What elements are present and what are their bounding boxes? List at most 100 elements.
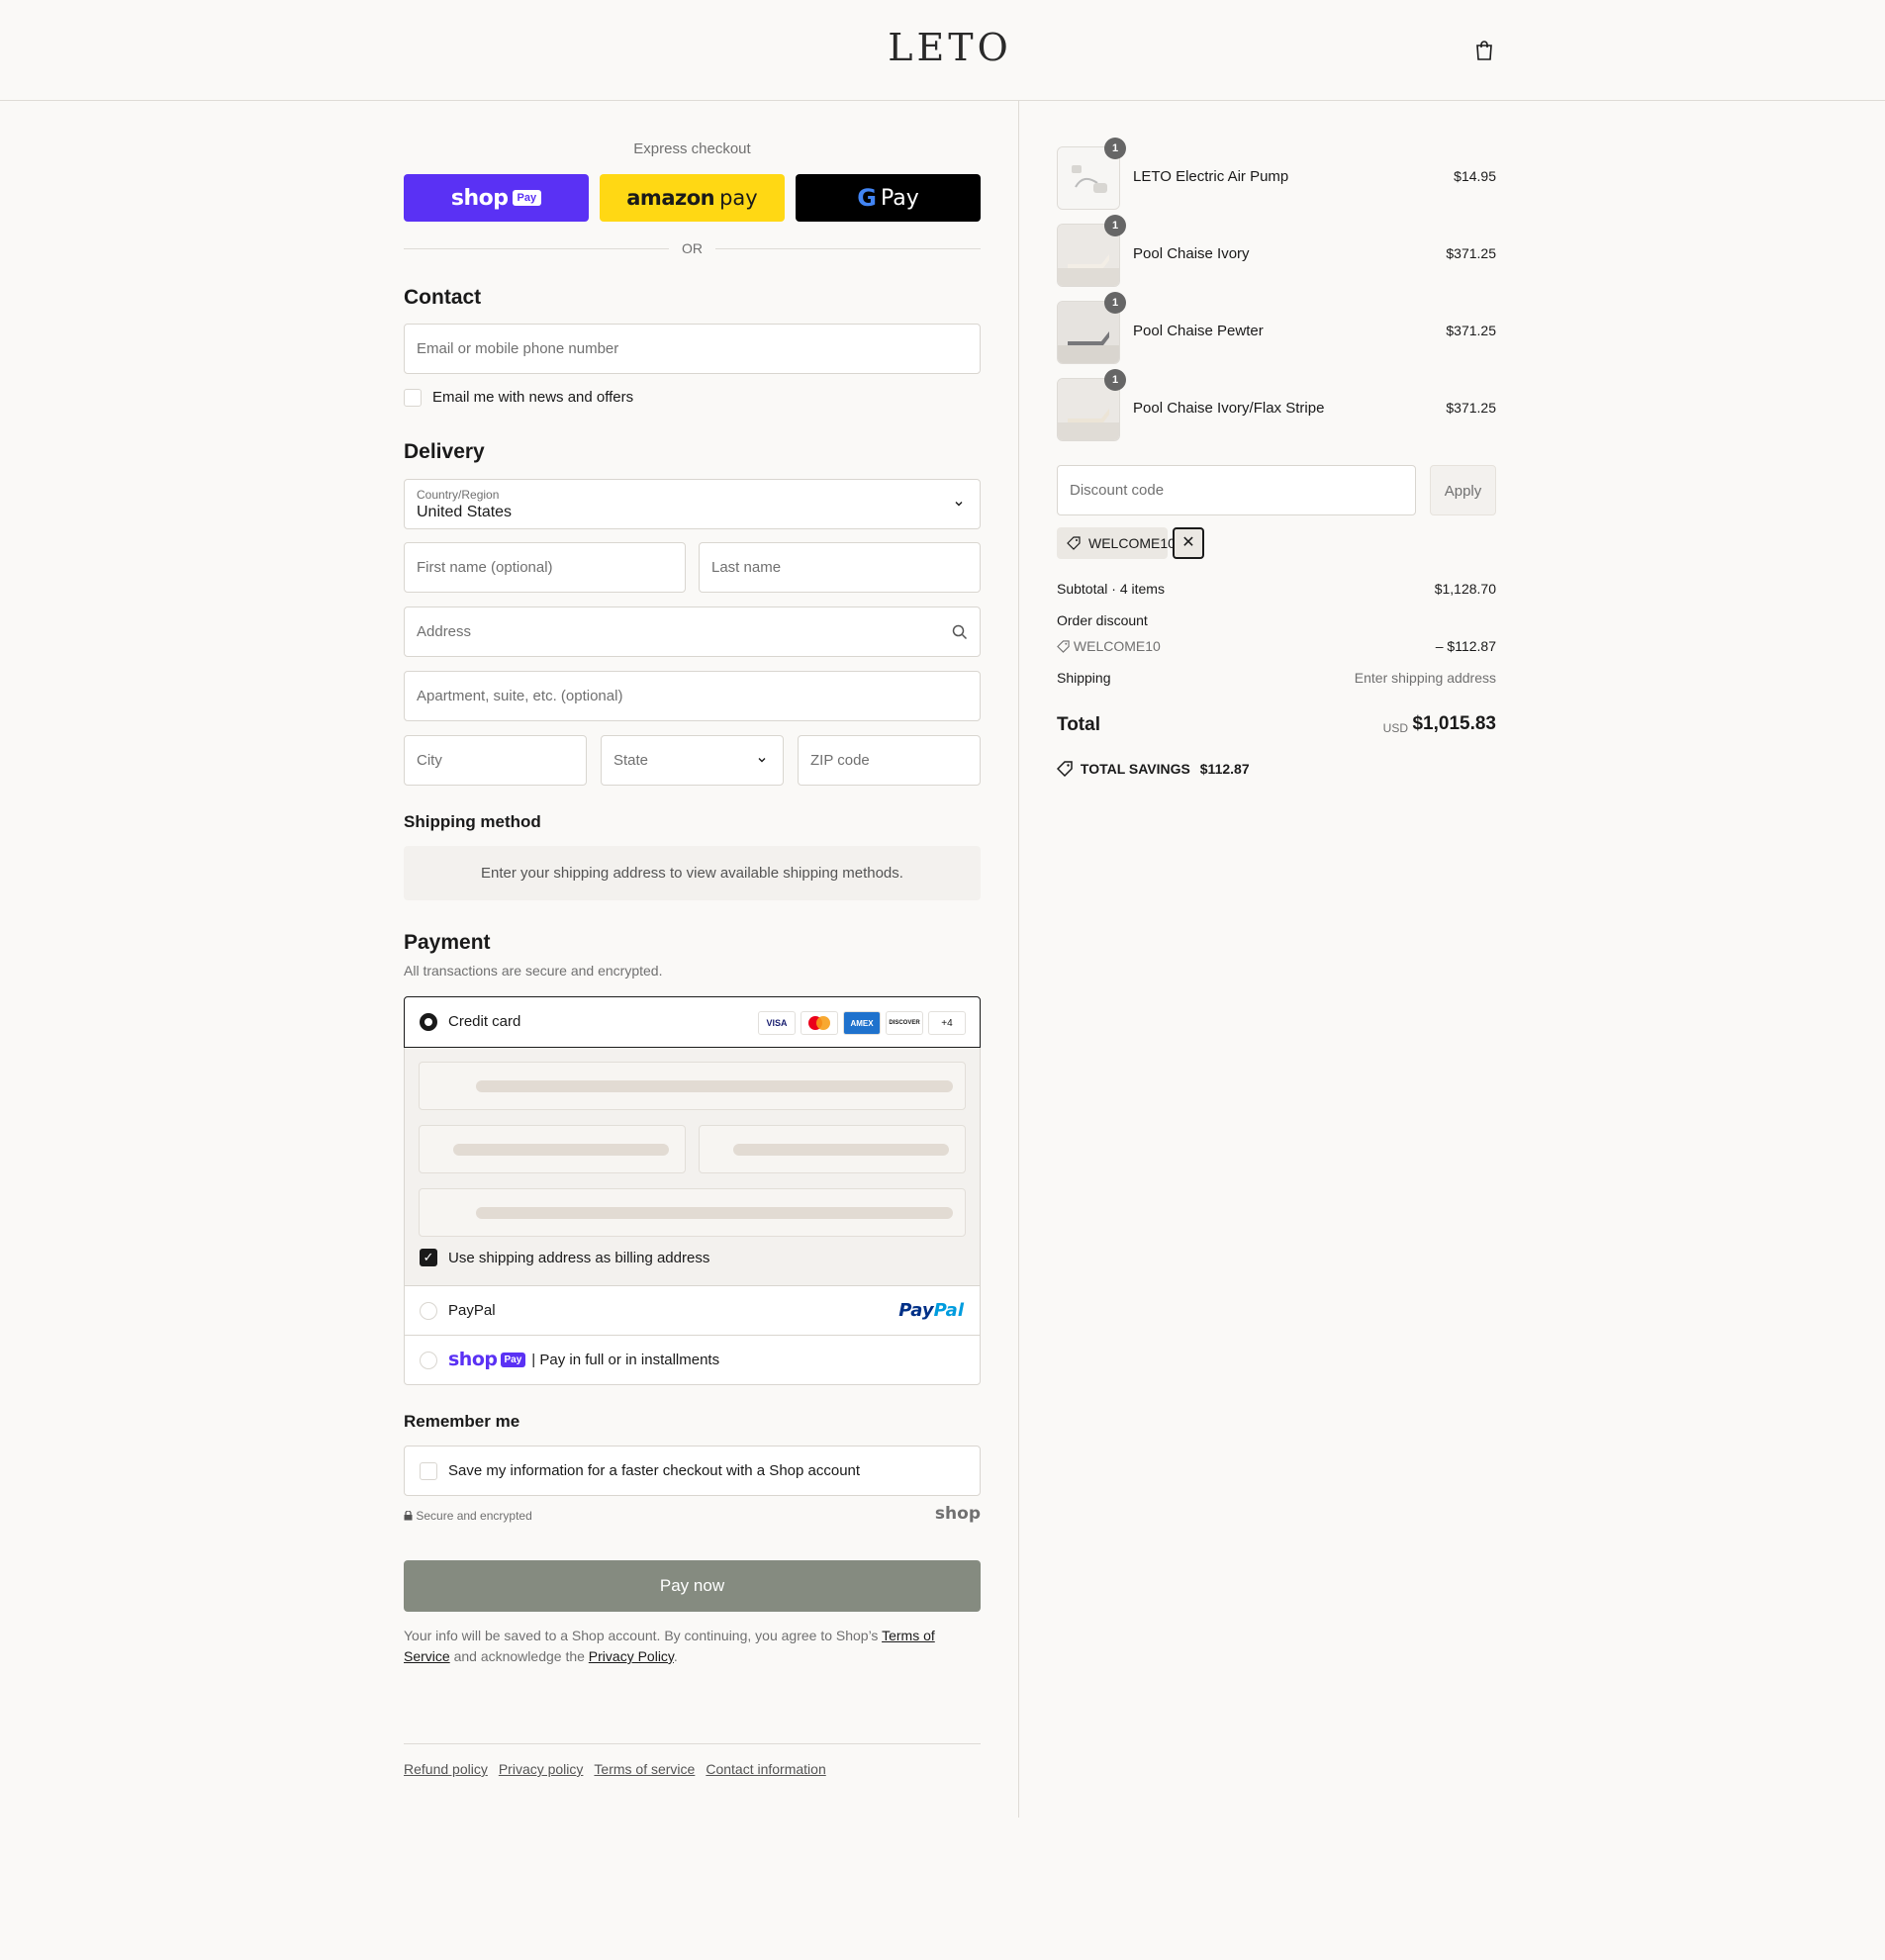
mastercard-icon <box>801 1011 838 1035</box>
secure-note: Secure and encrypted <box>404 1509 532 1523</box>
country-select[interactable]: Country/Region United States <box>404 479 981 529</box>
card-number-field[interactable] <box>419 1062 966 1110</box>
fine-print-text: and acknowledge the <box>449 1648 589 1664</box>
subtotal-label: Subtotal · 4 items <box>1057 581 1165 597</box>
total-currency: USD <box>1382 721 1408 735</box>
paypal-label: PayPal <box>448 1302 496 1319</box>
paypal-radio[interactable] <box>420 1302 437 1320</box>
or-divider: OR <box>404 238 981 258</box>
fine-print-text: Your info will be saved to a Shop accoun… <box>404 1628 883 1643</box>
shop-pay-chip: Pay <box>512 190 542 206</box>
order-discount-code-text: WELCOME10 <box>1073 638 1161 654</box>
shop-pay-radio[interactable] <box>420 1352 437 1369</box>
shop-pay-option[interactable]: shop Pay | Pay in full or in installment… <box>405 1336 980 1385</box>
email-field[interactable]: Email or mobile phone number <box>404 324 981 374</box>
name-on-card-field[interactable] <box>419 1188 966 1237</box>
quantity-badge: 1 <box>1104 292 1126 314</box>
amazon-pay-button[interactable]: amazon pay <box>600 174 785 222</box>
applied-discount-chip: WELCOME10 <box>1057 527 1176 559</box>
privacy-policy-link[interactable]: Privacy Policy <box>589 1648 674 1664</box>
address-placeholder: Address <box>417 623 472 640</box>
apartment-field[interactable]: Apartment, suite, etc. (optional) <box>404 671 981 721</box>
or-text: OR <box>682 240 703 256</box>
pay-now-button[interactable]: Pay now <box>404 1560 981 1612</box>
billing-checkbox[interactable]: ✓ <box>420 1249 437 1266</box>
city-field[interactable]: City <box>404 735 587 786</box>
last-name-field[interactable]: Last name <box>699 542 981 593</box>
shipping-row: Shipping Enter shipping address <box>1057 670 1496 690</box>
shopping-bag-icon[interactable] <box>1474 40 1494 61</box>
save-info-label: Save my information for a faster checkou… <box>448 1462 861 1479</box>
apply-discount-button[interactable]: Apply <box>1430 465 1496 515</box>
line-item: 1 Pool Chaise Pewter $371.25 <box>1057 292 1496 364</box>
google-pay-text: Pay <box>880 185 919 211</box>
paypal-logo: PayPal <box>898 1300 964 1321</box>
credit-card-option[interactable]: Credit card VISA AMEX DISCOVER +4 <box>404 996 981 1048</box>
express-checkout-title: Express checkout <box>633 140 751 157</box>
secure-note-text: Secure and encrypted <box>416 1509 532 1523</box>
state-select[interactable]: State <box>601 735 784 786</box>
lock-icon <box>404 1510 413 1521</box>
shipping-value: Enter shipping address <box>1354 670 1496 686</box>
item-price: $371.25 <box>1446 245 1496 261</box>
amazon-pay-text: pay <box>719 186 758 210</box>
credit-card-radio[interactable] <box>420 1013 437 1031</box>
item-name: LETO Electric Air Pump <box>1133 168 1289 185</box>
security-code-field[interactable] <box>699 1125 966 1173</box>
shipping-method-message: Enter your shipping address to view avai… <box>404 846 981 900</box>
save-info-checkbox[interactable] <box>420 1462 437 1480</box>
chevron-down-icon <box>955 502 963 507</box>
credit-card-form: ✓ Use shipping address as billing addres… <box>405 1048 980 1286</box>
payment-subtitle: All transactions are secure and encrypte… <box>404 963 663 979</box>
city-placeholder: City <box>417 752 442 769</box>
contact-information-link[interactable]: Contact information <box>706 1761 825 1777</box>
contact-title: Contact <box>404 286 482 309</box>
line-item: 1 Pool Chaise Ivory $371.25 <box>1057 215 1496 287</box>
address-field[interactable]: Address <box>404 607 981 657</box>
visa-icon: VISA <box>758 1011 796 1035</box>
paypal-option[interactable]: PayPal PayPal <box>405 1286 980 1336</box>
privacy-policy-footer-link[interactable]: Privacy policy <box>499 1761 584 1777</box>
news-checkbox[interactable] <box>404 389 422 407</box>
google-g-icon: G <box>857 184 877 212</box>
shop-pay-wordmark: shop <box>448 1349 498 1370</box>
order-discount-value: – $112.87 <box>1435 638 1496 654</box>
paypal-logo-pay: Pay <box>898 1300 934 1321</box>
quantity-badge: 1 <box>1104 138 1126 159</box>
shop-pay-button[interactable]: shop Pay <box>404 174 589 222</box>
country-value: United States <box>417 504 513 520</box>
quantity-badge: 1 <box>1104 369 1126 391</box>
footer-links: Refund policy Privacy policy Terms of serv… <box>404 1761 837 1777</box>
news-label: Email me with news and offers <box>432 389 634 406</box>
quantity-badge: 1 <box>1104 215 1126 236</box>
google-pay-button[interactable]: G Pay <box>796 174 981 222</box>
tag-icon <box>1057 640 1070 653</box>
total-savings-label: TOTAL SAVINGS <box>1080 761 1190 777</box>
country-label: Country/Region <box>417 488 500 502</box>
loading-bar <box>476 1207 953 1219</box>
first-name-field[interactable]: First name (optional) <box>404 542 686 593</box>
order-discount-code-row: WELCOME10 – $112.87 <box>1057 638 1496 658</box>
footer-divider <box>404 1743 981 1744</box>
shop-pay-option-label: shop Pay | Pay in full or in installment… <box>448 1349 719 1370</box>
item-price: $371.25 <box>1446 323 1496 338</box>
email-placeholder: Email or mobile phone number <box>417 340 619 357</box>
remove-discount-button[interactable]: ✕ <box>1173 527 1204 559</box>
zip-placeholder: ZIP code <box>810 752 870 769</box>
last-name-placeholder: Last name <box>711 559 782 576</box>
shop-pay-wordmark: shop <box>450 185 509 211</box>
item-name: Pool Chaise Pewter <box>1133 323 1264 339</box>
item-name: Pool Chaise Ivory/Flax Stripe <box>1133 400 1325 417</box>
remember-me-title: Remember me <box>404 1412 520 1431</box>
credit-card-label: Credit card <box>448 1013 521 1030</box>
expiry-field[interactable] <box>419 1125 686 1173</box>
tag-icon <box>1067 536 1081 550</box>
store-logo[interactable]: LETO <box>871 26 1029 69</box>
total-savings: TOTAL SAVINGS $112.87 <box>1056 761 1250 778</box>
line-item: 1 Pool Chaise Ivory/Flax Stripe $371.25 <box>1057 369 1496 441</box>
terms-of-service-footer-link[interactable]: Terms of service <box>594 1761 695 1777</box>
refund-policy-link[interactable]: Refund policy <box>404 1761 488 1777</box>
discount-code-input[interactable]: Discount code <box>1057 465 1416 515</box>
zip-field[interactable]: ZIP code <box>798 735 981 786</box>
subtotal-value: $1,128.70 <box>1434 581 1496 597</box>
